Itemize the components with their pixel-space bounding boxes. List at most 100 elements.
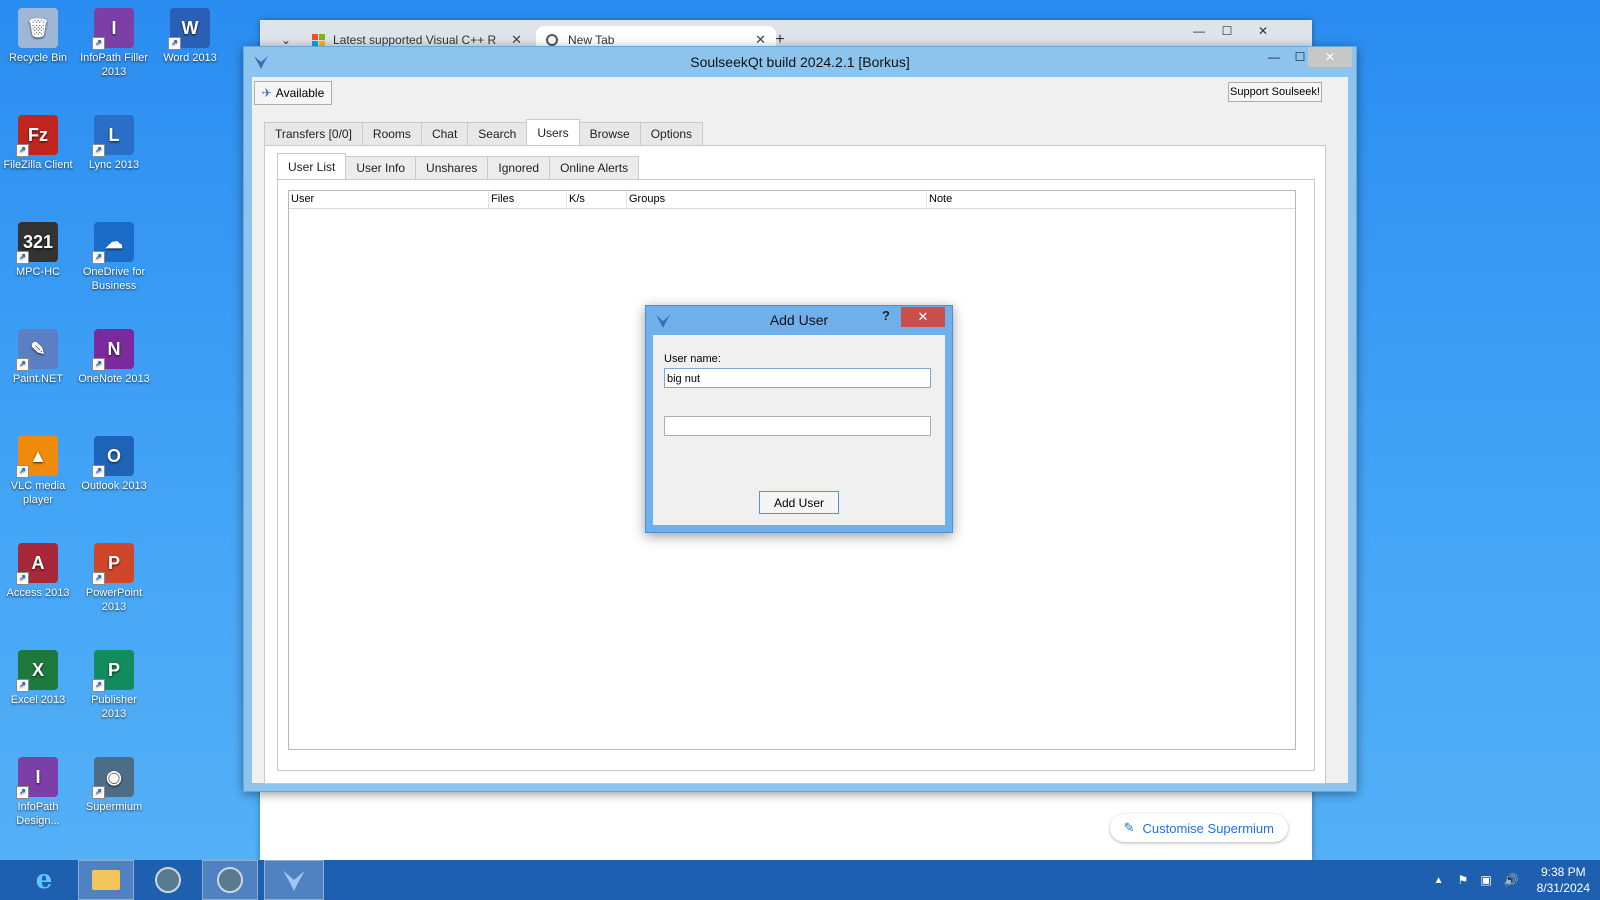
tab-transfers[interactable]: Transfers [0/0] bbox=[264, 122, 363, 145]
tab-search[interactable]: Search bbox=[467, 122, 528, 145]
tab-rooms[interactable]: Rooms bbox=[361, 122, 422, 145]
desktop-shortcut-label: Supermium bbox=[85, 801, 143, 813]
column-header-groups[interactable]: Groups bbox=[627, 191, 927, 208]
column-header-user[interactable]: User bbox=[289, 191, 489, 208]
add-user-button[interactable]: Add User bbox=[759, 491, 839, 514]
desktop-shortcut[interactable]: L ↗ Lync 2013 bbox=[78, 115, 150, 172]
lync-icon: L ↗ bbox=[92, 115, 134, 157]
icon-glyph: L bbox=[108, 125, 120, 145]
shortcut-arrow-icon: ↗ bbox=[16, 679, 29, 692]
shortcut-arrow-icon: ↗ bbox=[92, 465, 105, 478]
status-available-button[interactable]: ✈ Available bbox=[254, 81, 332, 105]
desktop-shortcut[interactable]: 321 ↗ MPC-HC bbox=[2, 222, 74, 279]
subtab-online-alerts[interactable]: Online Alerts bbox=[549, 156, 640, 179]
desktop-shortcut-label: Lync 2013 bbox=[88, 159, 140, 171]
supermium-taskbar-icon[interactable] bbox=[140, 860, 196, 900]
support-soulseek-label: Support Soulseek! bbox=[1230, 86, 1320, 98]
desktop-shortcut[interactable]: I ↗ InfoPath Design... bbox=[2, 757, 74, 828]
desktop-shortcut-label: InfoPath Filler 2013 bbox=[80, 52, 148, 78]
desktop-shortcut[interactable]: N ↗ OneNote 2013 bbox=[78, 329, 150, 386]
pencil-icon: ✎ bbox=[1123, 820, 1135, 835]
icon-glyph: I bbox=[111, 18, 117, 38]
help-icon[interactable]: ? bbox=[878, 308, 894, 323]
desktop-shortcut[interactable]: I ↗ InfoPath Filler 2013 bbox=[78, 8, 150, 79]
shortcut-arrow-icon: ↗ bbox=[168, 37, 181, 50]
desktop-shortcut[interactable]: A ↗ Access 2013 bbox=[2, 543, 74, 600]
icon-glyph: N bbox=[107, 339, 121, 359]
desktop-shortcut[interactable]: X ↗ Excel 2013 bbox=[2, 650, 74, 707]
infopath-filler-icon: I ↗ bbox=[92, 8, 134, 50]
taskbar: e ▲ ⚑ ▣ 🔊 9:38 PM 8/31/2024 bbox=[0, 860, 1600, 900]
shortcut-arrow-icon: ↗ bbox=[92, 251, 105, 264]
column-header-kbps[interactable]: K/s bbox=[567, 191, 627, 208]
desktop-shortcut-label: VLC media player bbox=[10, 480, 66, 506]
onedrive-icon: ☁ ↗ bbox=[92, 222, 134, 264]
internet-explorer-icon[interactable]: e bbox=[16, 860, 72, 900]
main-tab-bar: Transfers [0/0] Rooms Chat Search Users Brows… bbox=[264, 119, 704, 145]
infopath-designer-icon: I ↗ bbox=[16, 757, 58, 799]
window-title: SoulseekQt build 2024.2.1 [Borkus] bbox=[690, 54, 910, 70]
username-input[interactable]: big nut bbox=[664, 368, 931, 388]
icon-glyph: ◉ bbox=[106, 767, 122, 787]
icon-glyph: Fz bbox=[28, 125, 48, 145]
tab-chat[interactable]: Chat bbox=[420, 122, 469, 145]
shortcut-arrow-icon: ↗ bbox=[92, 37, 105, 50]
tray-overflow-chevron-icon[interactable]: ▲ bbox=[1434, 875, 1444, 886]
soulseek-taskbar-icon[interactable] bbox=[264, 860, 324, 900]
shortcut-arrow-icon: ↗ bbox=[16, 144, 29, 157]
outlook-icon: O ↗ bbox=[92, 436, 134, 478]
subtab-unshares[interactable]: Unshares bbox=[415, 156, 489, 179]
system-tray: ▲ ⚑ ▣ 🔊 9:38 PM 8/31/2024 bbox=[1434, 860, 1590, 900]
soulseek-titlebar[interactable]: SoulseekQt build 2024.2.1 [Borkus] — ☐ ✕ bbox=[244, 47, 1356, 77]
desktop-shortcut[interactable]: ▲ ↗ VLC media player bbox=[2, 436, 74, 507]
minimize-icon[interactable]: — bbox=[1260, 47, 1288, 67]
desktop-shortcut[interactable]: ✎ ↗ Paint.NET bbox=[2, 329, 74, 386]
subtab-user-info[interactable]: User Info bbox=[345, 156, 417, 179]
file-explorer-icon[interactable] bbox=[78, 860, 134, 900]
close-icon[interactable]: ✕ bbox=[1240, 20, 1286, 42]
clock[interactable]: 9:38 PM 8/31/2024 bbox=[1537, 864, 1590, 896]
shortcut-arrow-icon: ↗ bbox=[92, 679, 105, 692]
desktop-shortcut[interactable]: P ↗ Publisher 2013 bbox=[78, 650, 150, 721]
filezilla-icon: Fz ↗ bbox=[16, 115, 58, 157]
network-icon[interactable]: ▣ bbox=[1480, 873, 1491, 887]
desktop-shortcut[interactable]: O ↗ Outlook 2013 bbox=[78, 436, 150, 493]
tab-browse[interactable]: Browse bbox=[578, 122, 641, 145]
desktop-shortcut[interactable]: 🗑 Recycle Bin bbox=[2, 8, 74, 65]
maximize-icon[interactable]: ☐ bbox=[1212, 20, 1242, 42]
icon-glyph: X bbox=[31, 660, 44, 680]
desktop-shortcut[interactable]: Fz ↗ FileZilla Client bbox=[2, 115, 74, 172]
desktop-shortcut[interactable]: P ↗ PowerPoint 2013 bbox=[78, 543, 150, 614]
column-header-files[interactable]: Files bbox=[489, 191, 567, 208]
shortcut-arrow-icon: ↗ bbox=[16, 465, 29, 478]
shortcut-arrow-icon: ↗ bbox=[16, 358, 29, 371]
subtab-ignored[interactable]: Ignored bbox=[487, 156, 551, 179]
browser-tab-2-label: New Tab bbox=[568, 33, 615, 47]
shortcut-arrow-icon: ↗ bbox=[92, 572, 105, 585]
shortcut-arrow-icon: ↗ bbox=[92, 144, 105, 157]
supermium-taskbar-icon-2[interactable] bbox=[202, 860, 258, 900]
icon-glyph: W bbox=[181, 18, 199, 38]
minimize-icon[interactable]: — bbox=[1184, 20, 1214, 42]
desktop-shortcut-label: MPC-HC bbox=[16, 266, 60, 278]
customise-supermium-button[interactable]: ✎ Customise Supermium bbox=[1109, 814, 1288, 842]
secondary-input[interactable] bbox=[664, 416, 931, 436]
paintnet-icon: ✎ ↗ bbox=[16, 329, 58, 371]
subtab-user-list[interactable]: User List bbox=[277, 153, 347, 179]
tab-options[interactable]: Options bbox=[639, 122, 704, 145]
icon-glyph: P bbox=[107, 660, 120, 680]
volume-icon[interactable]: 🔊 bbox=[1504, 873, 1519, 887]
support-soulseek-button[interactable]: Support Soulseek! bbox=[1228, 82, 1322, 102]
desktop-shortcut[interactable]: W ↗ Word 2013 bbox=[154, 8, 226, 65]
tab-users[interactable]: Users bbox=[526, 119, 580, 145]
desktop-shortcut[interactable]: ☁ ↗ OneDrive for Business bbox=[78, 222, 150, 293]
icon-glyph: P bbox=[107, 553, 120, 573]
desktop-shortcut[interactable]: ◉ ↗ Supermium bbox=[78, 757, 150, 814]
close-icon[interactable]: ✕ bbox=[1308, 47, 1352, 67]
close-icon[interactable]: ✕ bbox=[901, 307, 945, 327]
column-header-note[interactable]: Note bbox=[927, 191, 1295, 208]
publisher-icon: P ↗ bbox=[92, 650, 134, 692]
clock-date: 8/31/2024 bbox=[1536, 881, 1590, 895]
desktop-shortcut-label: Excel 2013 bbox=[10, 694, 66, 706]
flag-icon[interactable]: ⚑ bbox=[1458, 873, 1469, 887]
